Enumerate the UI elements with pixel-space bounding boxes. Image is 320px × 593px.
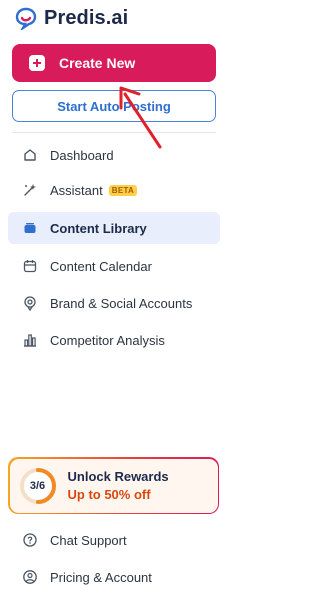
start-auto-posting-button[interactable]: Start Auto Posting — [12, 90, 216, 122]
sidebar-item-label: Brand & Social Accounts — [50, 295, 193, 311]
chart-icon — [22, 332, 38, 348]
sidebar-item-competitor-analysis[interactable]: Competitor Analysis — [8, 324, 220, 356]
rewards-title: Unlock Rewards — [67, 469, 169, 484]
brand-header[interactable]: Predis.ai — [14, 0, 128, 36]
sidebar-item-label: Competitor Analysis — [50, 332, 165, 348]
sidebar-item-assistant[interactable]: Assistant BETA — [8, 174, 220, 206]
predis-logo-icon — [15, 7, 37, 30]
brand-name: Predis.ai — [44, 6, 129, 29]
sidebar-item-label: Chat Support — [50, 532, 127, 548]
rewards-subtitle: Up to 50% off — [67, 487, 151, 502]
sidebar-item-brand-social-accounts[interactable]: Brand & Social Accounts — [8, 287, 220, 319]
plus-icon — [29, 55, 45, 71]
beta-badge: BETA — [108, 184, 138, 196]
help-circle-icon — [22, 532, 38, 548]
assistant-icon — [22, 182, 38, 198]
brand-icon — [22, 295, 38, 311]
sidebar-item-content-library[interactable]: Content Library — [8, 212, 220, 244]
sidebar-item-label: Dashboard — [50, 147, 114, 163]
rewards-progress-ring: 3/6 — [18, 466, 58, 506]
sidebar-item-label: Assistant — [50, 182, 103, 198]
divider — [12, 132, 216, 133]
library-icon — [22, 220, 38, 236]
dashboard-icon — [22, 147, 38, 163]
sidebar-item-label: Content Calendar — [50, 258, 152, 274]
sidebar-item-label: Pricing & Account — [50, 569, 152, 585]
sidebar-item-label: Content Library — [50, 220, 147, 236]
sidebar-item-pricing-account[interactable]: Pricing & Account — [8, 561, 220, 593]
calendar-icon — [22, 258, 38, 274]
rewards-progress-text: 3/6 — [29, 479, 46, 492]
sidebar-item-dashboard[interactable]: Dashboard — [8, 139, 220, 171]
user-circle-icon — [22, 569, 38, 585]
create-new-label: Create New — [59, 55, 136, 71]
sidebar-item-content-calendar[interactable]: Content Calendar — [8, 250, 220, 282]
create-new-button[interactable]: Create New — [12, 44, 216, 82]
sidebar-item-chat-support[interactable]: Chat Support — [8, 524, 220, 556]
unlock-rewards-card[interactable]: 3/6 Unlock Rewards Up to 50% off — [8, 457, 219, 514]
